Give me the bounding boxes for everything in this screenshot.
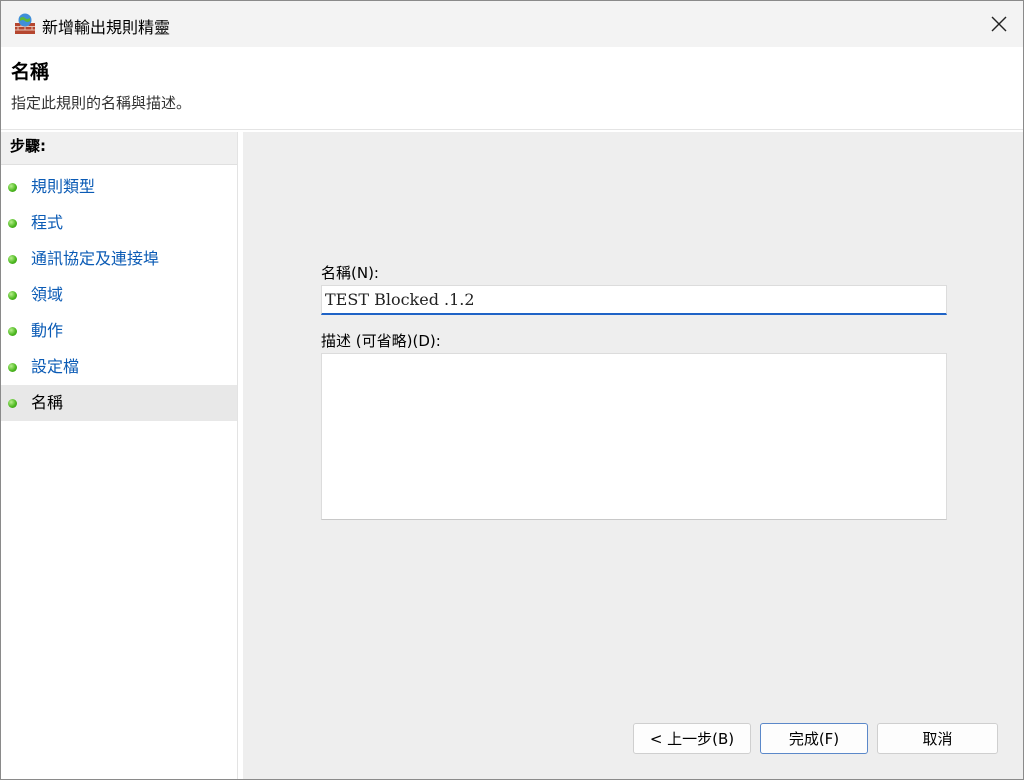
step-label: 規則類型 [31,177,96,196]
step-name[interactable]: 名稱 [1,385,237,421]
window-title: 新增輸出規則精靈 [42,18,171,37]
step-program[interactable]: 程式 [1,205,237,241]
page-title: 名稱 [11,61,50,83]
wizard-window: 新增輸出規則精靈 名稱 指定此規則的名稱與描述。 步驟: 規則類型 程式 通訊協… [0,0,1024,780]
page-header: 名稱 指定此規則的名稱與描述。 [1,47,1023,130]
description-input[interactable] [321,353,947,520]
step-label: 通訊協定及連接埠 [31,249,160,268]
step-label: 名稱 [31,393,64,412]
close-icon [991,16,1007,32]
description-label: 描述 (可省略)(D): [321,332,441,350]
status-dot-icon [8,183,17,192]
name-label: 名稱(N): [321,264,379,282]
status-dot-icon [8,219,17,228]
cancel-button[interactable]: 取消 [877,723,998,754]
title-bar: 新增輸出規則精靈 [1,1,1023,47]
firewall-icon [13,12,37,36]
steps-panel: 步驟: 規則類型 程式 通訊協定及連接埠 領域 動作 設定檔 名稱 [1,132,238,779]
status-dot-icon [8,399,17,408]
finish-button[interactable]: 完成(F) [760,723,868,754]
step-scope[interactable]: 領域 [1,277,237,313]
step-profile[interactable]: 設定檔 [1,349,237,385]
page-subtitle: 指定此規則的名稱與描述。 [11,94,192,112]
status-dot-icon [8,363,17,372]
close-button[interactable] [975,1,1023,47]
step-label: 設定檔 [31,357,80,376]
content-area: 名稱(N): 描述 (可省略)(D): < 上一步(B) 完成(F) 取消 [243,132,1023,779]
back-button[interactable]: < 上一步(B) [633,723,751,754]
step-protocol-ports[interactable]: 通訊協定及連接埠 [1,241,237,277]
steps-heading: 步驟: [1,132,237,165]
name-input[interactable] [321,285,947,315]
step-rule-type[interactable]: 規則類型 [1,169,237,205]
step-action[interactable]: 動作 [1,313,237,349]
status-dot-icon [8,255,17,264]
step-label: 程式 [31,213,64,232]
status-dot-icon [8,327,17,336]
step-label: 動作 [31,321,64,340]
step-label: 領域 [31,285,64,304]
status-dot-icon [8,291,17,300]
